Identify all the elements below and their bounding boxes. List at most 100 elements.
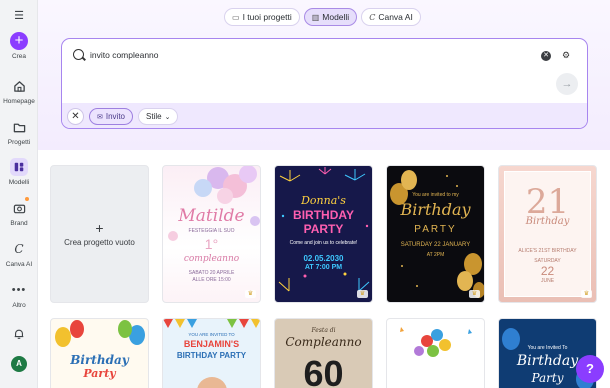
avatar: A bbox=[11, 356, 27, 372]
template-text: Come and join us to celebrate! bbox=[289, 240, 358, 246]
plus-icon: + bbox=[10, 32, 28, 50]
sidebar-item-label: Brand bbox=[10, 220, 28, 227]
submit-search-button[interactable]: → bbox=[556, 73, 578, 95]
sidebar-item-label: Crea bbox=[11, 53, 27, 60]
plus-icon: + bbox=[95, 220, 104, 236]
template-text: FESTEGGIA IL SUO bbox=[188, 228, 235, 234]
template-title: Birthday bbox=[70, 353, 129, 367]
tab-i-tuoi-progetti[interactable]: ▭ I tuoi progetti bbox=[224, 8, 300, 26]
notifications-button[interactable] bbox=[0, 325, 38, 343]
template-title: Matilde bbox=[178, 206, 245, 226]
sidebar-item-brand[interactable]: Brand bbox=[0, 199, 38, 227]
search-input[interactable]: invito compleanno bbox=[90, 50, 159, 60]
crown-icon: ♛ bbox=[581, 290, 592, 298]
crown-icon: ♛ bbox=[245, 290, 256, 298]
template-card[interactable]: Birthday Party bbox=[50, 318, 149, 388]
template-text: PARTY bbox=[303, 222, 344, 236]
template-text: BIRTHDAY PARTY bbox=[176, 351, 247, 360]
template-text: SATURDAY 22 JANUARY bbox=[400, 242, 471, 248]
template-card[interactable]: Festa di Compleanno 60 bbox=[274, 318, 373, 388]
template-card[interactable]: 21 Birthday ALICE'S 21ST BIRTHDAY SATURD… bbox=[498, 165, 597, 303]
canva-ai-icon: C bbox=[14, 242, 24, 256]
tab-label: Canva AI bbox=[378, 12, 413, 22]
template-card[interactable]: YOU ARE INVITED TO BENJAMIN'S BIRTHDAY P… bbox=[162, 318, 261, 388]
home-icon bbox=[10, 77, 28, 95]
template-text: AT 7:00 PM bbox=[304, 264, 343, 271]
template-text: ALLE ORE 15:00 bbox=[192, 277, 231, 283]
template-title: Compleanno bbox=[285, 335, 362, 349]
chip-stile[interactable]: Stile ⌄ bbox=[138, 108, 179, 125]
template-title: Donna's bbox=[301, 194, 346, 207]
templates-icon bbox=[10, 158, 28, 176]
template-text: YOU ARE INVITED TO bbox=[188, 332, 235, 337]
template-text: 60 bbox=[303, 353, 344, 388]
template-title: Birthday bbox=[400, 200, 471, 219]
sidebar-item-label: Progetti bbox=[7, 139, 31, 146]
template-text: SABATO 20 APRILE bbox=[188, 270, 235, 276]
menu-button[interactable]: ☰ bbox=[0, 6, 38, 24]
blank-project-label: Crea progetto vuoto bbox=[64, 238, 135, 247]
crown-icon: ♛ bbox=[357, 290, 368, 298]
account-button[interactable]: A bbox=[0, 356, 38, 372]
search-tabs: ▭ I tuoi progetti ▥ Modelli C Canva AI bbox=[224, 8, 421, 26]
arrow-right-icon: → bbox=[561, 78, 573, 90]
chip-invito[interactable]: ✉ Invito bbox=[89, 108, 133, 125]
chevron-down-icon: ⌄ bbox=[164, 113, 171, 121]
tab-modelli[interactable]: ▥ Modelli bbox=[303, 8, 358, 26]
template-text: Festa di bbox=[311, 327, 336, 334]
chip-label: Invito bbox=[105, 112, 125, 121]
template-text: BIRTHDAY bbox=[293, 208, 354, 222]
clear-filters-button[interactable]: ✕ bbox=[67, 108, 84, 125]
tab-label: I tuoi progetti bbox=[242, 12, 292, 22]
template-text: 22 bbox=[540, 264, 555, 278]
template-card[interactable] bbox=[386, 318, 485, 388]
sidebar-item-label: Homepage bbox=[3, 98, 35, 105]
main-content: ▭ I tuoi progetti ▥ Modelli C Canva AI i… bbox=[38, 0, 610, 388]
template-text: You are invited to my bbox=[412, 192, 459, 198]
envelope-icon: ✉ bbox=[97, 113, 103, 121]
sidebar-item-label: Canva AI bbox=[5, 261, 33, 268]
sidebar-item-altro[interactable]: ••• Altro bbox=[0, 281, 38, 309]
template-text: 02.05.2030 bbox=[303, 254, 344, 263]
filter-icon[interactable]: ⚙ bbox=[562, 50, 570, 61]
folder-icon: ▭ bbox=[232, 12, 240, 22]
search-icon bbox=[73, 49, 84, 60]
sidebar-item-homepage[interactable]: Homepage bbox=[0, 77, 38, 105]
template-text: PARTY bbox=[414, 224, 457, 235]
help-button[interactable]: ? bbox=[576, 355, 604, 383]
notification-dot bbox=[25, 197, 29, 201]
sidebar-item-crea[interactable]: + Crea bbox=[0, 32, 38, 60]
balloons-illustration bbox=[400, 327, 472, 357]
tab-canva-ai[interactable]: C Canva AI bbox=[361, 8, 421, 26]
template-card[interactable]: You are invited to my Birthday PARTY SAT… bbox=[386, 165, 485, 303]
filter-chips: ✕ ✉ Invito Stile ⌄ bbox=[62, 103, 587, 128]
search-hero: ▭ I tuoi progetti ▥ Modelli C Canva AI i… bbox=[38, 0, 610, 150]
crown-icon: ♛ bbox=[469, 290, 480, 298]
template-text: ALICE'S 21ST BIRTHDAY bbox=[518, 248, 577, 254]
template-card[interactable]: Matilde FESTEGGIA IL SUO 1° compleanno S… bbox=[162, 165, 261, 303]
template-text: JUNE bbox=[540, 278, 555, 284]
sidebar-item-modelli[interactable]: Modelli bbox=[0, 158, 38, 186]
bell-icon bbox=[10, 325, 28, 343]
template-text: compleanno bbox=[183, 254, 240, 264]
clear-search-icon[interactable]: ✕ bbox=[541, 51, 551, 61]
search-box: invito compleanno ✕ ⚙ → ✕ ✉ Invito Stile… bbox=[61, 38, 588, 129]
brand-icon bbox=[10, 199, 28, 217]
blank-project-card[interactable]: + Crea progetto vuoto bbox=[50, 165, 149, 303]
sidebar-item-label: Modelli bbox=[8, 179, 30, 186]
template-title: BENJAMIN'S bbox=[183, 339, 240, 349]
sidebar-item-progetti[interactable]: Progetti bbox=[0, 118, 38, 146]
sidebar-item-label: Altro bbox=[12, 302, 26, 309]
template-card[interactable]: Donna's BIRTHDAY PARTY Come and join us … bbox=[274, 165, 373, 303]
template-text: AT 2PM bbox=[426, 252, 445, 258]
sidebar: ☰ + Crea Homepage Progetti Modelli Brand… bbox=[0, 0, 38, 388]
more-icon: ••• bbox=[11, 284, 27, 296]
template-text: Party bbox=[83, 367, 116, 380]
tab-label: Modelli bbox=[322, 12, 350, 22]
templates-icon: ▥ bbox=[311, 12, 320, 22]
canva-ai-icon: C bbox=[369, 12, 376, 22]
sidebar-item-canva-ai[interactable]: C Canva AI bbox=[0, 240, 38, 268]
template-text: Birthday bbox=[525, 216, 570, 227]
template-text: 1° bbox=[204, 236, 219, 252]
folder-icon bbox=[10, 118, 28, 136]
